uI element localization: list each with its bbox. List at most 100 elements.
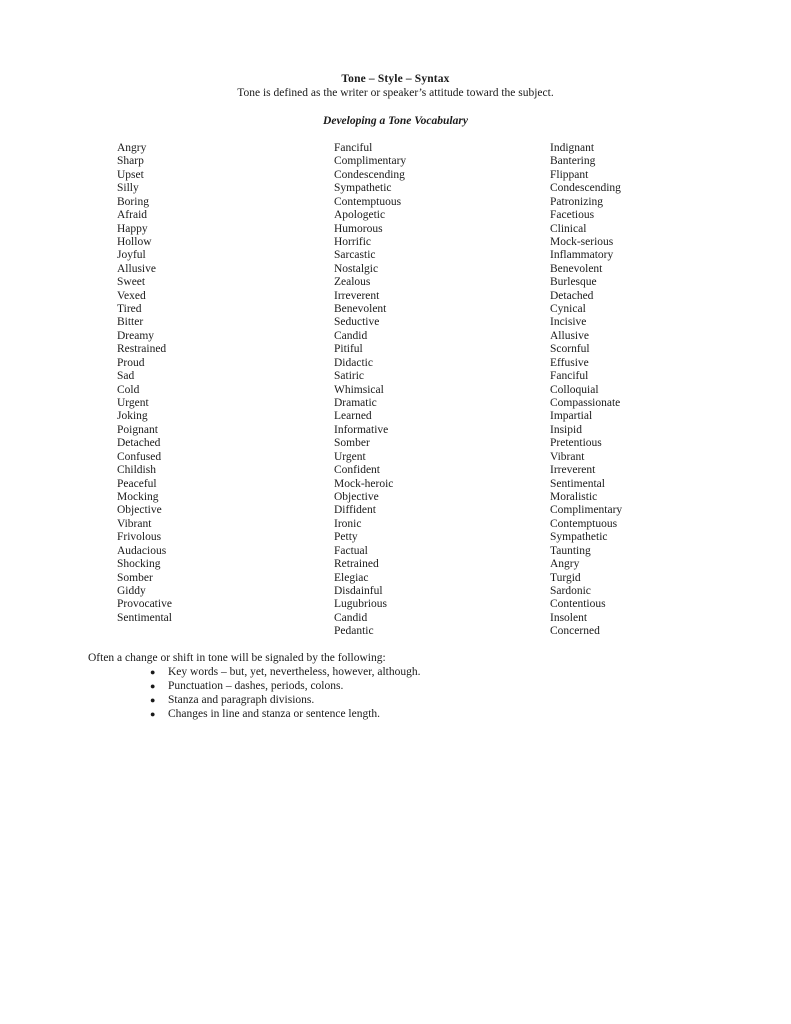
tone-word: Factual: [334, 544, 368, 557]
tone-word: Burlesque: [550, 276, 597, 289]
tone-word: Objective: [117, 504, 162, 517]
bullet-dot-icon: ●: [150, 709, 156, 719]
tone-word: Joyful: [117, 249, 146, 262]
tone-word: Taunting: [550, 544, 591, 557]
tone-word: Happy: [117, 222, 148, 235]
tone-word: Didactic: [334, 356, 373, 369]
tone-word: Pretentious: [550, 437, 602, 450]
tone-word: Dreamy: [117, 329, 155, 342]
tone-word: Tired: [117, 303, 142, 316]
tone-word: Vexed: [117, 289, 146, 302]
tone-word: Sympathetic: [550, 531, 608, 544]
tone-word: Upset: [117, 168, 144, 181]
bullet-dot-icon: ●: [150, 681, 156, 691]
tone-word: Sarcastic: [334, 249, 376, 262]
tone-word: Candid: [334, 329, 368, 342]
tone-word: Complimentary: [550, 504, 623, 517]
tone-word: Detached: [550, 289, 594, 302]
tone-word: Boring: [117, 195, 149, 208]
tone-word: Zealous: [334, 276, 371, 289]
tone-word: Bantering: [550, 155, 596, 168]
tone-word: Poignant: [117, 423, 158, 436]
tone-word: Impartial: [550, 410, 593, 423]
tone-word: Sentimental: [117, 611, 172, 624]
tone-word: Condescending: [550, 182, 621, 195]
tone-word: Moralistic: [550, 490, 598, 503]
tone-word: Scornful: [550, 343, 590, 356]
tone-vocabulary-columns: Angry Sharp Upset Silly Boring Afraid Happy Hol…: [0, 142, 791, 642]
document-page: Tone – Style – Syntax Tone is defined as…: [0, 0, 791, 1024]
tone-word: Joking: [117, 410, 148, 423]
tone-word: Mock-serious: [550, 235, 614, 248]
tone-word: Benevolent: [550, 262, 603, 275]
tone-word: Elegiac: [334, 571, 369, 584]
tone-word: Patronizing: [550, 195, 604, 208]
tone-word: Shocking: [117, 558, 161, 571]
tone-word: Fanciful: [550, 370, 589, 383]
tone-word: Disdainful: [334, 584, 383, 597]
tone-word: Hollow: [117, 235, 152, 248]
tone-word: Contemptuous: [334, 195, 402, 208]
tone-word: Clinical: [550, 222, 587, 235]
tone-word: Diffident: [334, 504, 376, 517]
bullet-text: Stanza and paragraph divisions.: [168, 694, 315, 706]
tone-word: Retrained: [334, 558, 379, 571]
tone-word: Audacious: [117, 544, 167, 557]
tone-word: Pedantic: [334, 625, 374, 638]
tone-word: Afraid: [117, 209, 148, 222]
tone-word: Contemptuous: [550, 517, 618, 530]
tone-word: Apologetic: [334, 209, 386, 222]
tone-word: Cynical: [550, 303, 586, 316]
tone-word: Contentious: [550, 598, 606, 611]
tone-word: Vibrant: [550, 450, 585, 463]
tone-word: Sharp: [117, 155, 144, 168]
tone-word: Allusive: [550, 329, 589, 342]
bullet-text: Changes in line and stanza or sentence l…: [168, 708, 381, 720]
tone-word: Sad: [117, 370, 135, 383]
tone-word: Objective: [334, 490, 379, 503]
tone-word: Pitiful: [334, 343, 363, 356]
tone-word: Indignant: [550, 142, 595, 154]
tone-word: Learned: [334, 410, 372, 423]
tone-word: Angry: [550, 558, 580, 571]
tone-word: Candid: [334, 611, 368, 624]
tone-word: Cold: [117, 383, 140, 396]
tone-word: Bitter: [117, 316, 144, 329]
tone-word: Horrific: [334, 235, 372, 248]
tone-word-column-3: Indignant Bantering Flippant Condescending P…: [550, 142, 622, 639]
tone-word: Nostalgic: [334, 262, 379, 275]
tone-word: Concerned: [550, 625, 600, 638]
tone-word: Somber: [334, 437, 370, 450]
tone-word: Fanciful: [334, 142, 373, 154]
tone-word: Insolent: [550, 611, 588, 624]
tone-word: Seductive: [334, 316, 380, 329]
tone-word: Confused: [117, 450, 162, 463]
tone-word: Irreverent: [334, 289, 380, 302]
tone-word: Giddy: [117, 584, 146, 597]
tone-word: Ironic: [334, 517, 362, 530]
tone-word: Complimentary: [334, 155, 407, 168]
tone-word: Colloquial: [550, 383, 599, 396]
tone-word: Flippant: [550, 168, 589, 181]
tone-word: Proud: [117, 356, 145, 369]
tone-word: Inflammatory: [550, 249, 614, 262]
tone-word: Mock-heroic: [334, 477, 394, 490]
tone-word: Satiric: [334, 370, 365, 383]
tone-word: Sardonic: [550, 584, 591, 597]
tone-word: Silly: [117, 182, 139, 195]
tone-word: Peaceful: [117, 477, 157, 490]
tone-word: Lugubrious: [334, 598, 388, 611]
tone-word: Whimsical: [334, 383, 384, 396]
tone-word: Urgent: [117, 397, 149, 410]
tone-word: Angry: [117, 142, 147, 154]
tone-word: Facetious: [550, 209, 595, 222]
bullet-text: Key words – but, yet, nevertheless, howe…: [168, 666, 421, 678]
tone-word: Detached: [117, 437, 161, 450]
tone-word: Mocking: [117, 490, 159, 503]
closing-line: Often a change or shift in tone will be …: [88, 652, 386, 664]
tone-word: Humorous: [334, 222, 383, 235]
tone-word: Confident: [334, 464, 380, 477]
tone-word: Sentimental: [550, 477, 605, 490]
tone-word: Allusive: [117, 262, 156, 275]
tone-word: Provocative: [117, 598, 172, 611]
